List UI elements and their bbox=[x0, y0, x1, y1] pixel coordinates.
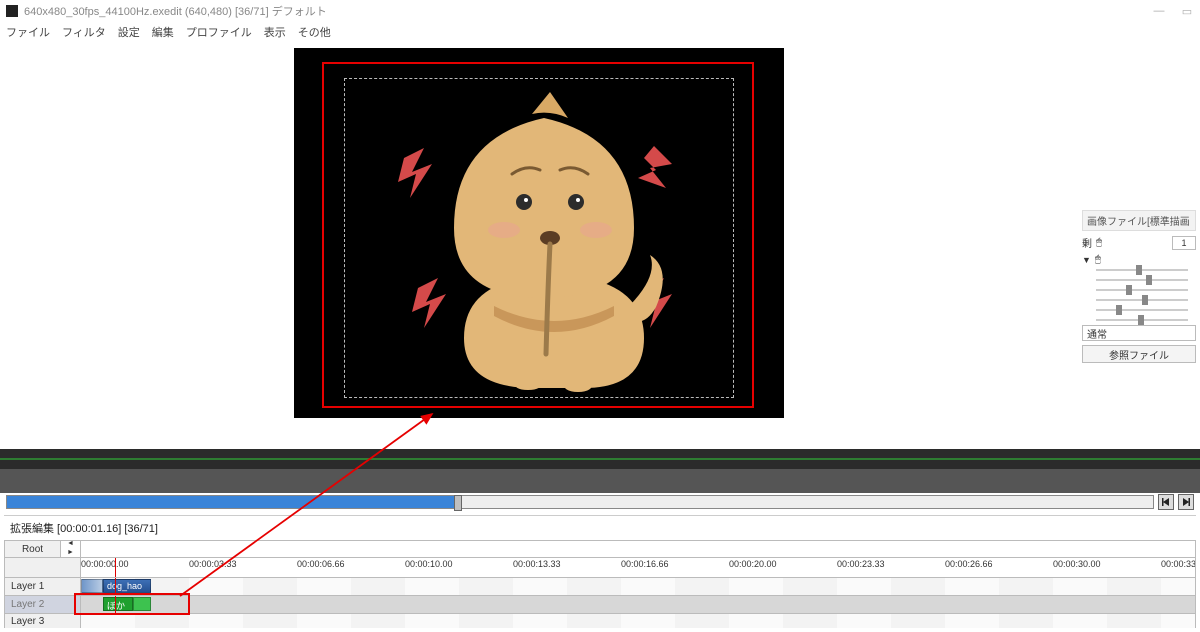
tick-4: 00:00:13.33 bbox=[513, 559, 561, 569]
extended-edit-panel: 拡張編集 [00:00:01.16] [36/71] Root ◄ ► 00:0… bbox=[4, 515, 1196, 628]
menu-filter[interactable]: フィルタ bbox=[62, 24, 106, 40]
mouse-icon-2: 🖱 bbox=[1095, 254, 1101, 265]
ruler-gutter bbox=[5, 558, 81, 577]
scrub-progress bbox=[7, 496, 454, 508]
clip-dog[interactable]: dog_hao bbox=[103, 579, 151, 593]
clip-fade[interactable] bbox=[81, 579, 103, 593]
properties-panel: 画像ファイル[標準描画 剰 🖱 1 ▼ 🖱 通常 参照ファイル bbox=[1078, 42, 1200, 449]
title-bar: 640x480_30fps_44100Hz.exedit (640,480) [… bbox=[0, 0, 1200, 22]
layer-row-3: Layer 3 bbox=[4, 614, 1196, 628]
tick-9: 00:00:30.00 bbox=[1053, 559, 1101, 569]
sliders bbox=[1082, 269, 1196, 321]
mouse-icon: 🖱 bbox=[1096, 237, 1102, 248]
menu-other[interactable]: その他 bbox=[298, 24, 331, 40]
tick-6: 00:00:20.00 bbox=[729, 559, 777, 569]
window-buttons: — ▭ bbox=[1152, 5, 1194, 18]
playback-scrubber[interactable] bbox=[6, 495, 1154, 509]
app-window: 640x480_30fps_44100Hz.exedit (640,480) [… bbox=[0, 0, 1200, 632]
scroll-right-icon[interactable]: ► bbox=[61, 549, 81, 558]
tick-1: 00:00:03.33 bbox=[189, 559, 237, 569]
menu-view[interactable]: 表示 bbox=[264, 24, 286, 40]
clip-bokashi[interactable]: ぼかし bbox=[103, 597, 133, 611]
frame-stepper[interactable]: 1 bbox=[1172, 236, 1196, 250]
minimize-button[interactable]: — bbox=[1152, 5, 1166, 18]
slider-4[interactable] bbox=[1096, 299, 1188, 301]
maximize-button[interactable]: ▭ bbox=[1180, 5, 1194, 18]
playhead[interactable] bbox=[115, 558, 116, 577]
app-icon bbox=[6, 5, 18, 17]
menu-settings[interactable]: 設定 bbox=[118, 24, 140, 40]
slider-3[interactable] bbox=[1096, 289, 1188, 291]
ruler-labels: 00:00:00.00 00:00:03.33 00:00:06.66 00:0… bbox=[81, 558, 1195, 577]
slider-6[interactable] bbox=[1096, 319, 1188, 321]
panel-title: 画像ファイル[標準描画 bbox=[1082, 210, 1196, 231]
layer-2-label[interactable]: Layer 2 bbox=[5, 596, 81, 613]
tick-3: 00:00:10.00 bbox=[405, 559, 453, 569]
menu-bar: ファイル フィルタ 設定 編集 プロファイル 表示 その他 bbox=[0, 22, 1200, 42]
audio-strip bbox=[0, 449, 1200, 469]
tick-8: 00:00:26.66 bbox=[945, 559, 993, 569]
menu-edit[interactable]: 編集 bbox=[152, 24, 174, 40]
layer-2-track[interactable]: ぼかし bbox=[81, 596, 1195, 613]
slider-2[interactable] bbox=[1096, 279, 1188, 281]
split-row: 剰 🖱 1 bbox=[1082, 235, 1196, 250]
scrub-handle[interactable] bbox=[454, 495, 462, 511]
scrubber-row bbox=[0, 493, 1200, 511]
preview-area bbox=[0, 42, 1078, 449]
menu-file[interactable]: ファイル bbox=[6, 24, 50, 40]
layer-1-label[interactable]: Layer 1 bbox=[5, 578, 81, 595]
slider-5[interactable] bbox=[1096, 309, 1188, 311]
ext-edit-title: 拡張編集 [00:00:01.16] [36/71] bbox=[4, 516, 1196, 540]
collapse-arrow-icon[interactable]: ▼ bbox=[1082, 255, 1091, 265]
step-back-button[interactable] bbox=[1158, 494, 1174, 510]
layer-1-track[interactable]: dog_hao bbox=[81, 578, 1195, 595]
dog-illustration bbox=[344, 78, 734, 398]
blend-mode-select[interactable]: 通常 bbox=[1082, 325, 1196, 341]
reference-file-button[interactable]: 参照ファイル bbox=[1082, 345, 1196, 363]
playhead-l2 bbox=[115, 596, 116, 613]
split-label: 剰 bbox=[1082, 235, 1092, 250]
tick-10: 00:00:33.3 bbox=[1161, 559, 1195, 569]
tick-0: 00:00:00.00 bbox=[81, 559, 129, 569]
layer-row-2: Layer 2 ぼかし bbox=[4, 596, 1196, 614]
main-area: 画像ファイル[標準描画 剰 🖱 1 ▼ 🖱 通常 参照ファイル bbox=[0, 42, 1200, 449]
tick-7: 00:00:23.33 bbox=[837, 559, 885, 569]
layer-row-1: Layer 1 dog_hao bbox=[4, 578, 1196, 596]
window-title: 640x480_30fps_44100Hz.exedit (640,480) [… bbox=[24, 3, 1152, 19]
preview-canvas[interactable] bbox=[294, 48, 784, 418]
step-forward-button[interactable] bbox=[1178, 494, 1194, 510]
root-button[interactable]: Root bbox=[5, 541, 61, 557]
time-ruler[interactable]: 00:00:00.00 00:00:03.33 00:00:06.66 00:0… bbox=[4, 558, 1196, 578]
tick-2: 00:00:06.66 bbox=[297, 559, 345, 569]
slider-1[interactable] bbox=[1096, 269, 1188, 271]
layer-3-track[interactable] bbox=[81, 614, 1195, 628]
ext-header: Root ◄ ► bbox=[4, 540, 1196, 558]
tick-5: 00:00:16.66 bbox=[621, 559, 669, 569]
video-strip bbox=[0, 469, 1200, 493]
playhead-l1 bbox=[115, 578, 116, 595]
clip-green2[interactable] bbox=[133, 597, 151, 611]
menu-profile[interactable]: プロファイル bbox=[186, 24, 252, 40]
layer-3-label[interactable]: Layer 3 bbox=[5, 614, 81, 628]
scroll-left-icon[interactable]: ◄ bbox=[61, 540, 81, 549]
